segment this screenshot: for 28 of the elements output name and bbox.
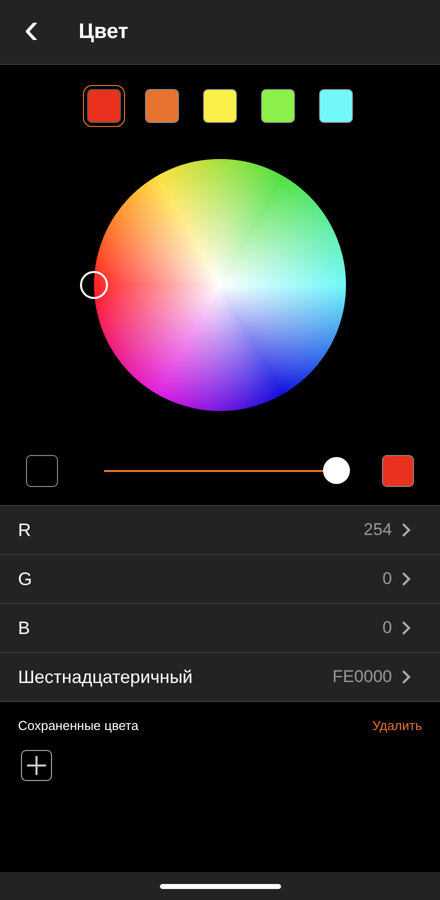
home-indicator[interactable] [160, 884, 280, 888]
color-swatch[interactable] [261, 89, 295, 123]
value-label: G [18, 568, 32, 590]
chevron-icon [400, 621, 412, 635]
value-label: B [18, 616, 30, 640]
value-text: 0 [382, 617, 392, 640]
delete-link[interactable]: Удалить [372, 716, 422, 736]
color-swatch[interactable] [319, 89, 353, 123]
value-row[interactable]: B 0 [0, 604, 440, 653]
value-row[interactable]: G 0 [0, 555, 440, 604]
back-button[interactable]: ‹ [20, 7, 43, 51]
color-swatch[interactable] [145, 89, 179, 123]
add-button[interactable] [21, 750, 52, 780]
value-text: 0 [382, 568, 392, 590]
value-label: R [18, 518, 31, 542]
value-row[interactable]: Шестнадцатеричный FE0000 [0, 653, 440, 702]
slider-thumb[interactable] [323, 457, 350, 484]
page-title: Цвет [78, 19, 128, 46]
color-swatch[interactable] [203, 89, 237, 123]
value-label: Шестнадцатеричный [18, 666, 193, 689]
picker-handle[interactable] [80, 271, 108, 299]
value-text: FE0000 [332, 666, 392, 688]
chevron-icon [400, 670, 412, 684]
section-title: Сохраненные цвета [18, 717, 138, 735]
chevron-icon [400, 572, 412, 586]
chevron-icon [400, 523, 412, 537]
value-text: 254 [364, 519, 392, 542]
value-row[interactable]: R 254 [0, 506, 440, 555]
